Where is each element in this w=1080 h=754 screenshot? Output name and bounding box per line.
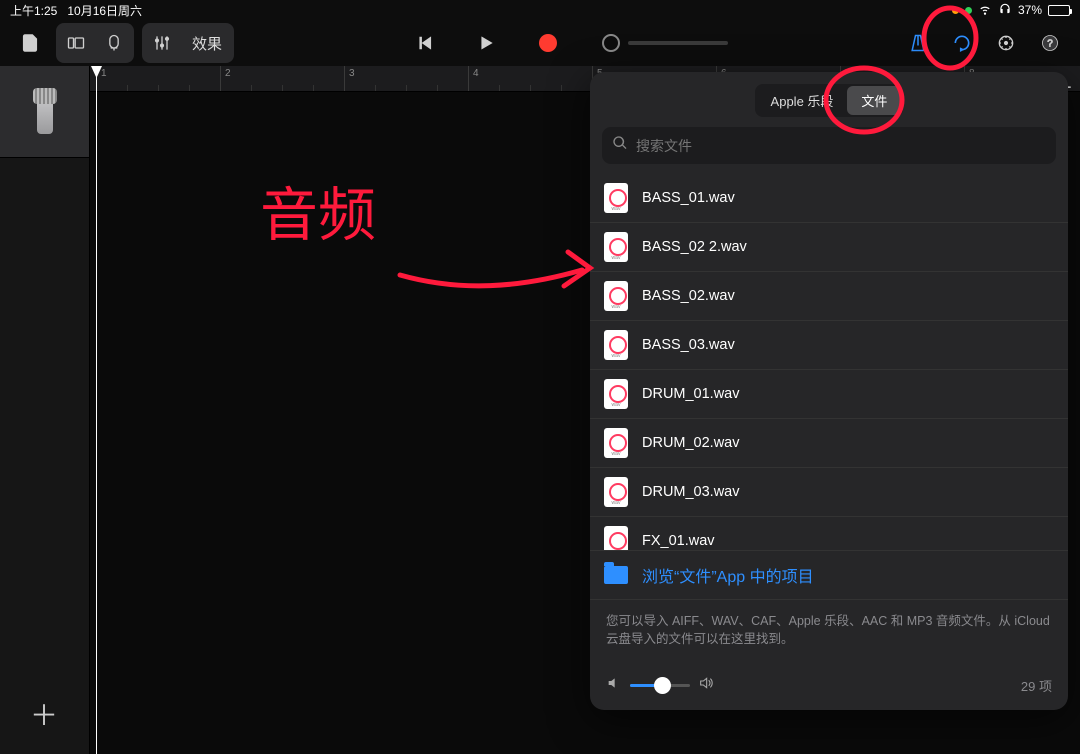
- instrument-browser-button[interactable]: [96, 25, 132, 61]
- ruler-bar: 4: [468, 66, 479, 91]
- file-row[interactable]: FX_01.wav: [590, 517, 1068, 550]
- browse-files-app-row[interactable]: 浏览“文件”App 中的项目: [590, 550, 1068, 600]
- ruler-bar: 2: [220, 66, 231, 91]
- playhead[interactable]: [96, 66, 97, 754]
- headphones-icon: [998, 2, 1012, 19]
- audio-file-icon: [604, 183, 628, 213]
- fx-button[interactable]: 效果: [182, 33, 232, 54]
- audio-file-icon: [604, 428, 628, 458]
- add-track-button[interactable]: ＋: [30, 694, 58, 734]
- volume-low-icon: [606, 675, 622, 696]
- file-name: FX_01.wav: [642, 533, 715, 549]
- file-name: BASS_02 2.wav: [642, 239, 747, 255]
- audio-file-icon: [604, 379, 628, 409]
- file-name: DRUM_01.wav: [642, 386, 740, 402]
- track-headers-column: [0, 66, 90, 754]
- transport-controls: [406, 25, 566, 61]
- file-row[interactable]: BASS_02.wav: [590, 272, 1068, 321]
- volume-slider-track[interactable]: [630, 684, 690, 687]
- privacy-indicator-dot: [965, 7, 972, 14]
- file-row[interactable]: DRUM_03.wav: [590, 468, 1068, 517]
- go-to-start-button[interactable]: [406, 25, 442, 61]
- item-count: 29 项: [1021, 676, 1052, 695]
- play-button[interactable]: [468, 25, 504, 61]
- file-name: BASS_02.wav: [642, 288, 735, 304]
- view-browser-group: [56, 23, 134, 63]
- file-row[interactable]: DRUM_01.wav: [590, 370, 1068, 419]
- recording-indicator-dot: [952, 7, 959, 14]
- tracks-view-button[interactable]: [58, 25, 94, 61]
- file-name: BASS_01.wav: [642, 190, 735, 206]
- settings-button[interactable]: [988, 25, 1024, 61]
- help-button[interactable]: ?: [1032, 25, 1068, 61]
- search-icon: [612, 135, 628, 156]
- controls-fx-group: 效果: [142, 23, 234, 63]
- tab-apple-loops[interactable]: Apple 乐段: [757, 86, 848, 115]
- search-input[interactable]: [636, 138, 1046, 154]
- volume-high-icon: [698, 675, 714, 696]
- search-field[interactable]: [602, 127, 1056, 164]
- battery-icon: [1048, 5, 1070, 16]
- my-songs-button[interactable]: [12, 25, 48, 61]
- master-volume[interactable]: [602, 34, 728, 52]
- ruler-bar: 3: [344, 66, 355, 91]
- file-name: BASS_03.wav: [642, 337, 735, 353]
- file-list[interactable]: BASS_01.wav BASS_02 2.wav BASS_02.wav BASS_…: [590, 174, 1068, 550]
- toolbar: 效果 ?: [0, 20, 1080, 66]
- file-row[interactable]: DRUM_02.wav: [590, 419, 1068, 468]
- status-bar: 上午1:25 10月16日周六 37%: [0, 0, 1080, 20]
- file-row[interactable]: BASS_01.wav: [590, 174, 1068, 223]
- battery-percent: 37%: [1018, 3, 1042, 17]
- audio-file-icon: [604, 477, 628, 507]
- wifi-icon: [978, 2, 992, 19]
- status-date: 10月16日周六: [67, 2, 142, 19]
- browser-segmented-control: Apple 乐段 文件: [755, 84, 904, 117]
- status-time: 上午1:25: [10, 2, 57, 19]
- tab-files[interactable]: 文件: [847, 86, 901, 115]
- audio-file-icon: [604, 330, 628, 360]
- file-browser-panel: Apple 乐段 文件 BASS_01.wavBASS_02 2.wavBASS…: [590, 72, 1068, 710]
- browse-files-label: 浏览“文件”App 中的项目: [642, 563, 814, 587]
- file-name: DRUM_03.wav: [642, 484, 740, 500]
- loop-browser-button[interactable]: [944, 25, 980, 61]
- panel-footer: 29 项: [590, 665, 1068, 710]
- file-name: DRUM_02.wav: [642, 435, 740, 451]
- record-button[interactable]: [530, 25, 566, 61]
- audio-track-header[interactable]: [0, 66, 89, 158]
- svg-text:?: ?: [1047, 38, 1053, 49]
- file-row[interactable]: BASS_03.wav: [590, 321, 1068, 370]
- preview-volume[interactable]: [606, 675, 714, 696]
- track-controls-button[interactable]: [144, 25, 180, 61]
- microphone-icon: [37, 90, 53, 134]
- audio-file-icon: [604, 526, 628, 550]
- audio-file-icon: [604, 281, 628, 311]
- audio-file-icon: [604, 232, 628, 262]
- metronome-button[interactable]: [900, 25, 936, 61]
- import-hint-text: 您可以导入 AIFF、WAV、CAF、Apple 乐段、AAC 和 MP3 音频…: [590, 600, 1068, 666]
- file-row[interactable]: BASS_02 2.wav: [590, 223, 1068, 272]
- folder-icon: [604, 566, 628, 584]
